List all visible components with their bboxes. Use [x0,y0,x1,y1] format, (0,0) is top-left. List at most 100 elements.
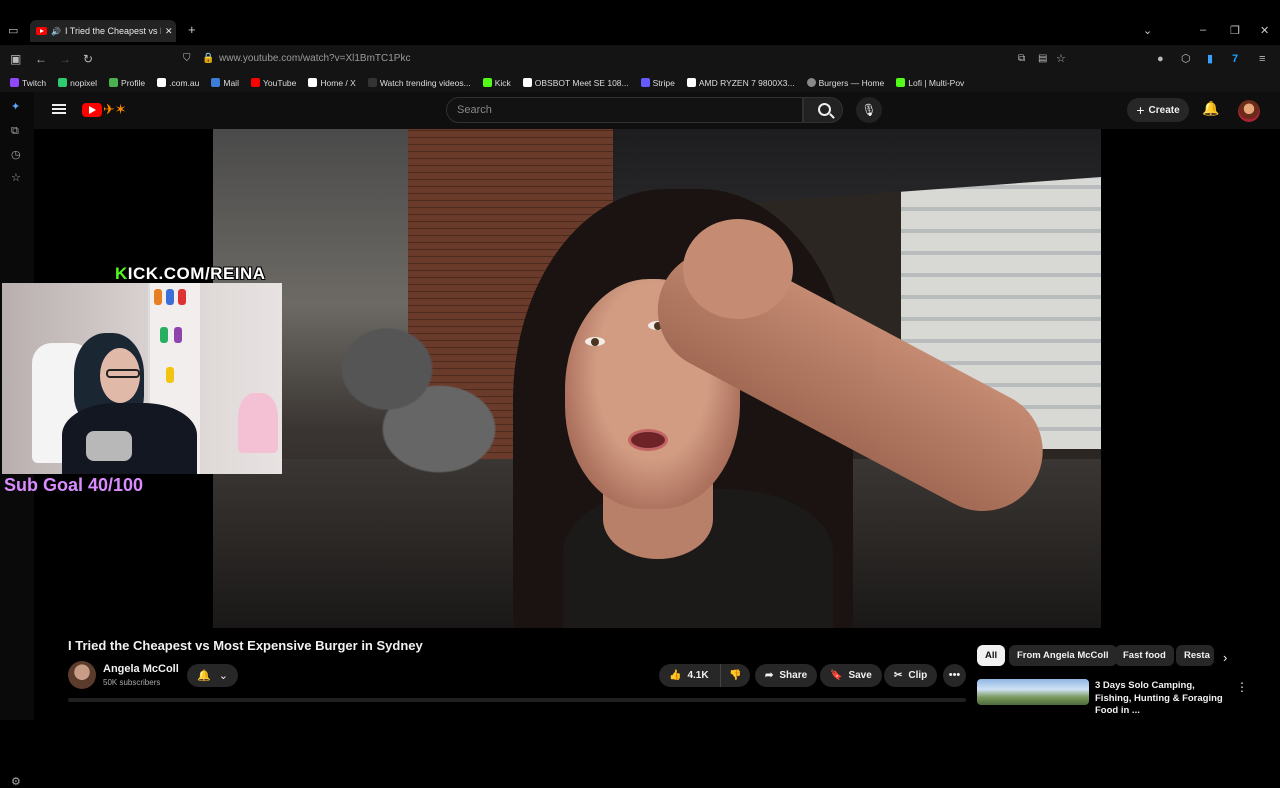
save-label: Save [848,670,872,681]
channel-name[interactable]: Angela McColl [103,663,179,675]
scissors-icon: ✂ [894,670,903,681]
save-button[interactable]: 🔖 Save [820,664,882,687]
youtube-header: ✈✶ Search 🎙 + Create 🔔 [34,92,1280,129]
bookmark-item[interactable]: Burgers — Home [806,78,884,88]
subscription-notify-button[interactable]: 🔔 ⌄ [187,664,238,687]
tab-list-chevron-icon[interactable]: ⌄ [1143,24,1152,37]
bookmark-label: Lofi | Multi-Pov [908,77,965,88]
restore-icon[interactable]: ❐ [1230,24,1240,37]
lock-icon[interactable]: 🔒 [202,52,214,66]
chip-all[interactable]: All [977,645,1006,666]
settings-gear-icon[interactable]: ⚙ [11,775,21,788]
notifications-bell-icon[interactable]: 🔔 [1202,100,1219,117]
bookmark-item[interactable]: nopixel [58,78,97,88]
doodle-logo-icon[interactable]: ✈✶ [103,101,126,118]
bookmarks-star-icon[interactable]: ☆ [11,171,21,184]
sub-goal-overlay: Sub Goal 40/100 [4,475,144,495]
bookmark-label: Twitch [22,77,47,88]
thumbs-down-icon: 👎 [729,670,742,681]
tabs-sync-icon[interactable]: ⧉ [11,125,19,138]
bookmark-favicon-icon [482,78,492,87]
chip-from-channel[interactable]: From Angela McColl [1009,645,1117,666]
bookmark-favicon-icon [640,78,650,87]
bookmark-item[interactable]: Kick [482,78,511,88]
address-bar[interactable]: www.youtube.com/watch?v=Xl1BmTC1Pkc [219,53,410,64]
channel-avatar[interactable] [68,661,96,689]
minimize-icon[interactable]: – [1200,24,1206,36]
reader-view-icon[interactable]: ▤ [1038,52,1047,66]
reload-icon[interactable]: ↻ [83,52,93,66]
like-count: 4.1K [687,670,709,681]
close-tab-icon[interactable]: ✕ [165,26,173,37]
video-player[interactable] [213,129,1101,628]
bookmark-item[interactable]: Mail [211,78,239,88]
bookmark-star-icon[interactable]: ☆ [1056,52,1066,66]
bookmark-label: Profile [121,77,146,88]
webcam-lamp [238,393,278,453]
bookmark-item[interactable]: Profile [109,78,145,88]
streamer-webcam [2,283,282,474]
webcam-person-glasses [106,369,140,378]
bookmark-item[interactable]: Watch trending videos... [367,77,471,88]
menu-hamburger-icon[interactable] [52,104,66,114]
description-box-edge [68,698,966,702]
picture-in-picture-icon[interactable]: ⧉ [1018,52,1025,66]
dislike-button[interactable]: 👎 [720,664,750,687]
figure-toy [178,289,186,305]
bookmark-item[interactable]: .com.au [157,78,199,88]
bookmark-item[interactable]: Twitch [10,78,46,88]
bookmark-item[interactable]: Lofi | Multi-Pov [896,78,964,88]
bookmark-item[interactable]: AMD RYZEN 7 9800X3... [686,77,795,88]
back-arrow-icon[interactable]: ← [35,52,47,66]
bookmark-label: Home / X [320,77,356,88]
create-button[interactable]: + Create [1127,98,1189,122]
user-avatar[interactable] [1238,100,1260,122]
voice-search-mic-icon[interactable]: 🎙 [856,97,882,123]
more-actions-icon[interactable]: ••• [943,664,966,687]
bookmark-label: .com.au [169,77,200,88]
recommended-video-title[interactable]: 3 Days Solo Camping, Fishing, Hunting & … [1095,680,1225,718]
browser-tab-active[interactable]: 🔊 I Tried the Cheapest vs Most Expensive… [30,20,176,42]
ai-assistant-icon[interactable]: ✦ [11,100,20,113]
chip-fast-food[interactable]: Fast food [1115,645,1174,666]
account-icon[interactable]: ● [1157,52,1164,66]
extension-7tv-icon[interactable]: 7 [1232,52,1238,66]
chevron-down-icon: ⌄ [218,670,228,682]
new-tab-button[interactable]: + [188,22,196,37]
bookmark-favicon-icon [308,78,318,87]
search-button[interactable] [803,97,843,123]
chips-next-chevron-icon[interactable]: › [1223,650,1227,665]
bookmark-item[interactable]: YouTube [250,78,296,88]
sidebar-toggle-icon[interactable]: ▣ [10,52,21,66]
close-window-icon[interactable]: ✕ [1260,24,1269,37]
bookmark-favicon-icon [250,78,260,87]
bookmark-item[interactable]: Stripe [640,77,675,88]
plus-icon: + [1136,102,1145,118]
recommended-menu-icon[interactable]: ⋮ [1236,680,1248,694]
save-bookmark-icon: 🔖 [830,670,843,681]
forward-arrow-icon[interactable]: → [59,52,71,66]
bookmark-label: Stripe [652,77,675,88]
share-button[interactable]: ➦ Share [755,664,818,687]
bookmark-label: AMD RYZEN 7 9800X3... [698,77,795,88]
site-info-shield-icon[interactable]: ⛉ [183,52,191,66]
speaker-icon[interactable]: 🔊 [51,27,61,36]
extensions-icon[interactable]: ⬡ [1181,52,1191,66]
app-menu-icon[interactable]: ≡ [1259,52,1265,66]
bookmark-item[interactable]: OBSBOT Meet SE 108... [522,77,629,88]
window-menu-icon[interactable]: ▭ [8,24,18,37]
share-arrow-icon: ➦ [765,670,774,681]
bookmark-label: Watch trending videos... [379,77,471,88]
search-input[interactable]: Search [446,97,803,123]
chip-restaurants[interactable]: Resta [1176,645,1214,666]
bookmark-item[interactable]: Home / X [308,77,356,88]
extension-badge-icon[interactable]: ▮ [1207,52,1213,66]
figure-toy [154,289,162,305]
clip-button[interactable]: ✂ Clip [884,664,938,687]
recommended-thumbnail[interactable] [977,679,1089,705]
youtube-logo-icon[interactable] [82,103,102,117]
history-clock-icon[interactable]: ◷ [11,148,21,161]
bookmark-label: OBSBOT Meet SE 108... [534,77,629,88]
figure-toy [160,327,168,343]
figure-toy [166,367,174,383]
